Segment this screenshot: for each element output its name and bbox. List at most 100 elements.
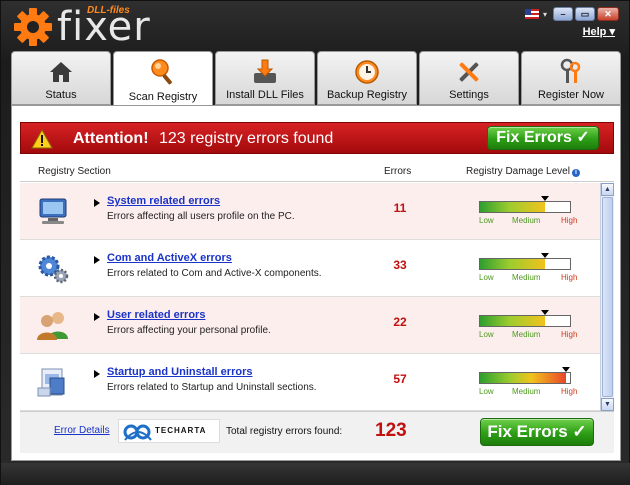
- app-window: DLL-files fixer ▾ – ▭ ✕ Help ▾ Status Sc…: [0, 0, 630, 485]
- gauge-label-medium: Medium: [512, 330, 541, 339]
- expand-arrow-icon[interactable]: [94, 313, 100, 321]
- attention-banner: Attention! 123 registry errors found Fix…: [20, 122, 614, 154]
- expand-arrow-icon[interactable]: [94, 370, 100, 378]
- gauge-marker-icon: [541, 310, 549, 315]
- column-header-errors: Errors: [384, 166, 412, 177]
- status-bar: [1, 463, 630, 485]
- gauge-marker-icon: [541, 196, 549, 201]
- tab-scan-registry[interactable]: Scan Registry: [113, 51, 213, 107]
- row-description: Errors related to Startup and Uninstall …: [107, 382, 317, 393]
- gauge-label-low: Low: [479, 216, 494, 225]
- techarta-logo: TECHARTA: [118, 419, 220, 443]
- gauge-fill: [480, 259, 545, 269]
- language-caret-icon[interactable]: ▾: [543, 10, 547, 19]
- gauge-label-medium: Medium: [512, 216, 541, 225]
- table-row: Startup and Uninstall errors Errors rela…: [20, 354, 600, 411]
- fix-errors-button-bottom[interactable]: Fix Errors ✓: [480, 418, 594, 446]
- app-logo: DLL-files fixer: [13, 5, 151, 47]
- row-description: Errors affecting your personal profile.: [107, 325, 271, 336]
- damage-gauge: [479, 196, 571, 213]
- row-title-link[interactable]: Com and ActiveX errors: [107, 252, 232, 264]
- warning-icon: [31, 129, 53, 149]
- total-errors-value: 123: [375, 420, 407, 441]
- tab-label: Register Now: [537, 89, 605, 101]
- column-header-damage-level: Registry Damage Level i: [466, 166, 580, 177]
- gauge-fill: [480, 373, 566, 383]
- tab-settings[interactable]: Settings: [419, 51, 519, 105]
- table-row: User related errors Errors affecting you…: [20, 297, 600, 354]
- gauge-label-high: High: [561, 273, 578, 282]
- row-description: Errors affecting all users profile on th…: [107, 211, 295, 222]
- main-tabs: Status Scan Registry Install DLL Files B…: [11, 51, 621, 107]
- help-menu[interactable]: Help ▾: [583, 25, 615, 38]
- error-count: 22: [393, 315, 407, 329]
- scroll-up-icon[interactable]: ▲: [601, 183, 614, 196]
- home-icon: [50, 62, 72, 82]
- row-description: Errors related to Com and Active-X compo…: [107, 268, 322, 279]
- fix-errors-button-top[interactable]: Fix Errors ✓: [487, 126, 599, 150]
- tab-label: Install DLL Files: [226, 89, 304, 101]
- error-count: 33: [393, 258, 407, 272]
- damage-level-label: Registry Damage Level: [466, 166, 570, 177]
- info-icon[interactable]: i: [571, 169, 580, 177]
- gauge-marker-icon: [562, 367, 570, 372]
- installer-icon: [37, 368, 65, 397]
- table-row: System related errors Errors affecting a…: [20, 183, 600, 240]
- tab-label: Settings: [449, 89, 489, 101]
- tab-label: Backup Registry: [326, 89, 408, 101]
- tab-status[interactable]: Status: [11, 51, 111, 105]
- gauge-fill: [480, 202, 545, 212]
- us-flag-icon[interactable]: [524, 9, 539, 19]
- gauge-marker-icon: [541, 253, 549, 258]
- total-errors-label: Total registry errors found:: [226, 426, 343, 437]
- error-details-link[interactable]: Error Details: [54, 425, 110, 436]
- error-count: 57: [393, 372, 407, 386]
- error-count: 11: [393, 201, 407, 215]
- keys-icon: [560, 58, 581, 83]
- clock-backup-icon: [355, 60, 379, 84]
- scroll-thumb[interactable]: [602, 197, 613, 397]
- damage-gauge: [479, 310, 571, 327]
- table-header: Registry Section Errors Registry Damage …: [20, 164, 614, 182]
- row-title-link[interactable]: Startup and Uninstall errors: [107, 366, 252, 378]
- logo-brand-small: DLL-files: [87, 5, 130, 16]
- alert-title: Attention!: [73, 130, 149, 147]
- gears-icon: [38, 255, 69, 284]
- gauge-label-medium: Medium: [512, 387, 541, 396]
- table-row: Com and ActiveX errors Errors related to…: [20, 240, 600, 297]
- list-scrollbar[interactable]: ▲ ▼: [600, 183, 614, 411]
- magnifier-icon: [151, 59, 172, 85]
- column-header-section: Registry Section: [38, 166, 111, 177]
- tools-icon: [459, 62, 479, 82]
- help-label: Help: [582, 26, 607, 38]
- tab-label: Status: [45, 89, 77, 101]
- download-icon: [254, 59, 276, 83]
- gauge-label-high: High: [561, 387, 578, 396]
- tab-register-now[interactable]: Register Now: [521, 51, 621, 105]
- expand-arrow-icon[interactable]: [94, 256, 100, 264]
- gauge-label-high: High: [561, 330, 578, 339]
- expand-arrow-icon[interactable]: [94, 199, 100, 207]
- gear-logo-icon: [14, 8, 52, 46]
- close-button[interactable]: ✕: [597, 7, 619, 21]
- damage-gauge: [479, 367, 571, 384]
- computer-icon: [39, 198, 67, 224]
- tab-install-dll-files[interactable]: Install DLL Files: [215, 51, 315, 105]
- help-caret-icon: ▾: [609, 26, 615, 38]
- gauge-label-medium: Medium: [512, 273, 541, 282]
- scan-panel: Attention! 123 registry errors found Fix…: [11, 105, 621, 461]
- tab-backup-registry[interactable]: Backup Registry: [317, 51, 417, 105]
- gauge-label-low: Low: [479, 330, 494, 339]
- gauge-label-low: Low: [479, 273, 494, 282]
- gauge-label-high: High: [561, 216, 578, 225]
- minimize-button[interactable]: –: [553, 7, 573, 21]
- gauge-fill: [480, 316, 545, 326]
- alert-message: 123 registry errors found: [159, 130, 334, 147]
- row-title-link[interactable]: System related errors: [107, 195, 220, 207]
- gauge-label-low: Low: [479, 387, 494, 396]
- scroll-down-icon[interactable]: ▼: [601, 398, 614, 411]
- restore-button[interactable]: ▭: [575, 7, 595, 21]
- row-title-link[interactable]: User related errors: [107, 309, 205, 321]
- window-controls: ▾ – ▭ ✕: [524, 7, 619, 21]
- registry-error-list: System related errors Errors affecting a…: [20, 183, 600, 411]
